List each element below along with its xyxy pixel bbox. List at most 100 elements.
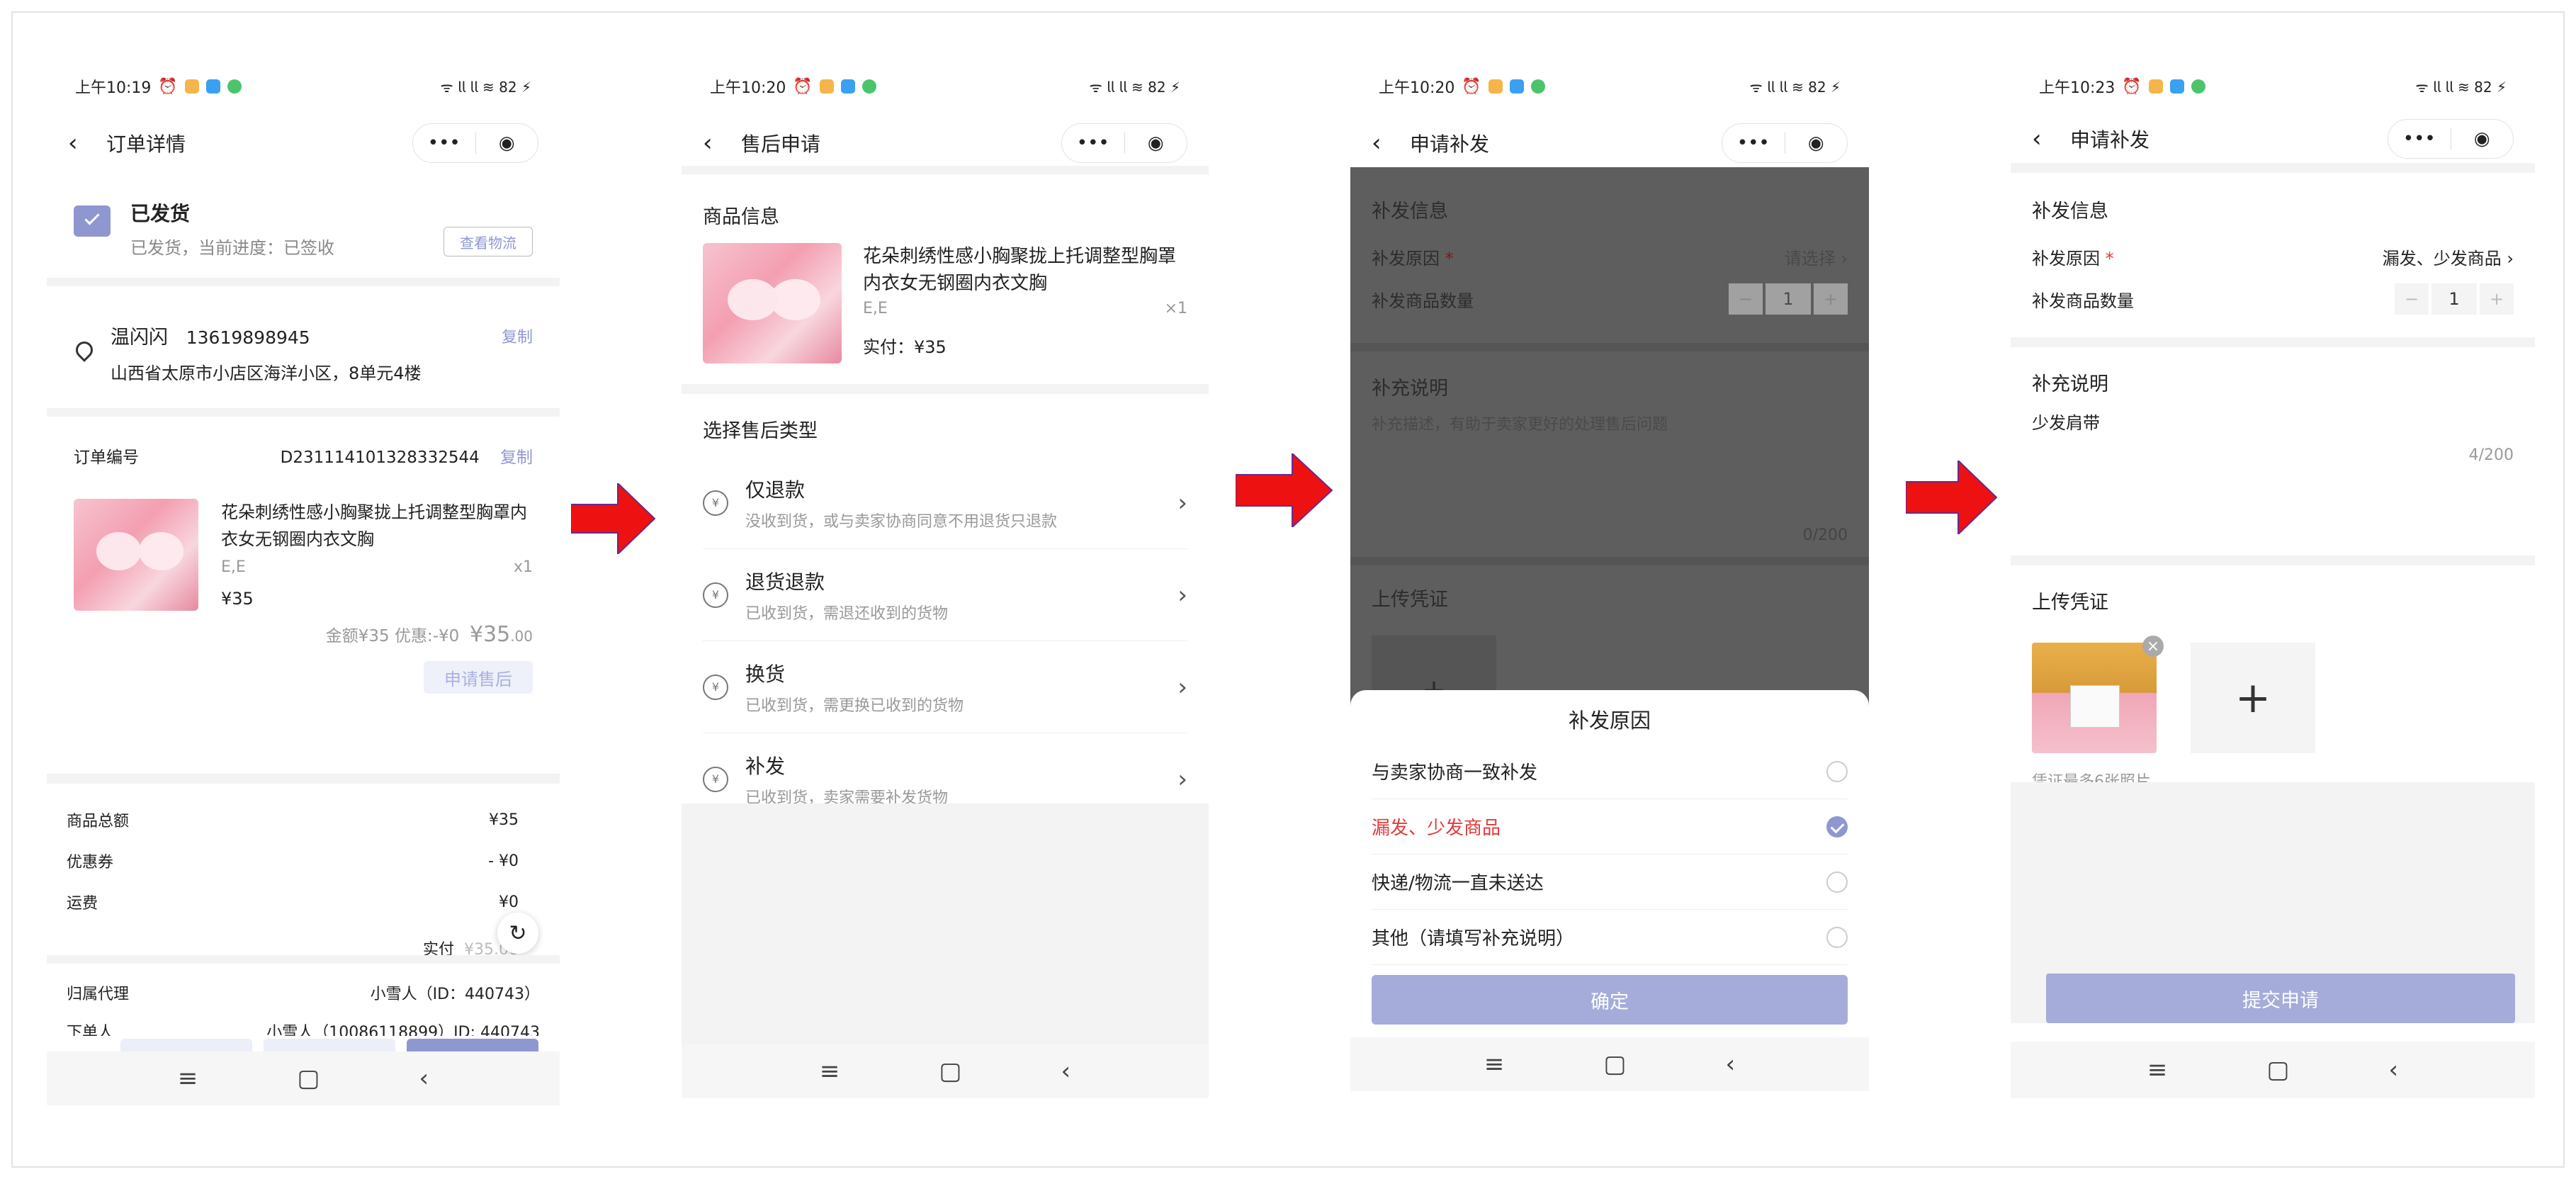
status-time: 上午10:19 bbox=[75, 79, 152, 97]
aftersale-type-item[interactable]: ¥ 仅退款 没收到货，或与卖家协商同意不用退货只退款 › bbox=[703, 457, 1187, 549]
close-target-icon[interactable]: ◉ bbox=[1125, 132, 1187, 154]
more-dots-icon[interactable]: ••• bbox=[413, 132, 475, 154]
more-dots-icon[interactable]: ••• bbox=[2388, 128, 2451, 150]
package-icon bbox=[74, 205, 111, 237]
confirm-button[interactable]: 确定 bbox=[1372, 975, 1848, 1025]
status-time: 上午10:20 bbox=[1379, 79, 1455, 97]
back-icon[interactable]: ‹ bbox=[68, 129, 106, 157]
close-target-icon[interactable]: ◉ bbox=[1785, 132, 1848, 154]
info-heading: 补发信息 bbox=[2032, 201, 2108, 222]
note-heading: 补充说明 bbox=[2032, 373, 2108, 395]
back-icon[interactable]: ‹ bbox=[703, 129, 741, 157]
nav-bar: ‹ 申请补发 ••• ◉ bbox=[1350, 113, 1869, 173]
radio-checked-icon[interactable] bbox=[1826, 816, 1848, 837]
chevron-right-icon: › bbox=[1177, 672, 1187, 701]
qty-label: 补发商品数量 bbox=[1372, 290, 1474, 311]
note-count: 4/200 bbox=[2468, 446, 2514, 464]
alarm-icon: ⏰ bbox=[158, 77, 178, 96]
close-target-icon[interactable]: ◉ bbox=[476, 132, 538, 154]
reason-placeholder[interactable]: 请选择 › bbox=[1785, 244, 1848, 269]
menu-icon[interactable]: ≡ bbox=[1484, 1050, 1505, 1078]
more-dots-icon[interactable]: ••• bbox=[1722, 132, 1785, 154]
copy-address-button[interactable]: 复制 bbox=[502, 325, 533, 347]
app-icon bbox=[1488, 79, 1503, 94]
summary-value: ¥0 bbox=[499, 893, 519, 911]
status-time: 上午10:20 bbox=[710, 79, 786, 97]
more-dots-icon[interactable]: ••• bbox=[1062, 132, 1124, 154]
nav-bar: ‹ 申请补发 ••• ◉ bbox=[2011, 109, 2535, 169]
qty-stepper[interactable]: −1 + bbox=[1729, 283, 1848, 315]
back-nav-icon[interactable]: ‹ bbox=[1726, 1050, 1736, 1078]
app-icon bbox=[205, 79, 220, 94]
order-no: D231114101328332544 bbox=[280, 449, 480, 467]
type-title: 换货 bbox=[745, 662, 786, 686]
product-paid: 实付：¥35 bbox=[863, 337, 947, 357]
menu-icon[interactable]: ≡ bbox=[820, 1057, 840, 1085]
address-card: 温闪闪 13619898945 复制 山西省太原市小店区海洋小区，8单元4楼 bbox=[47, 293, 560, 407]
reason-option[interactable]: 漏发、少发商品 bbox=[1372, 799, 1848, 854]
option-label: 与卖家协商一致补发 bbox=[1372, 762, 1538, 784]
phone-reship-reason-sheet: 上午10:20 ⏰ ᯤ 𝗅𝗅 𝗅𝗅 ≋ 82 ⚡ ‹ 申请补发 ••• ◉ 补发信… bbox=[1350, 60, 1869, 1091]
view-logistics-button[interactable]: 查看物流 bbox=[444, 227, 533, 256]
reason-select[interactable]: 漏发、少发商品 › bbox=[2383, 244, 2514, 269]
add-photo-button[interactable]: + bbox=[2191, 643, 2315, 753]
home-icon[interactable]: ▢ bbox=[939, 1057, 961, 1085]
ship-title: 已发货 bbox=[130, 202, 191, 225]
product-spec: E,E bbox=[221, 558, 246, 576]
home-icon[interactable]: ▢ bbox=[1603, 1050, 1626, 1078]
qty-value[interactable]: 1 bbox=[2431, 283, 2477, 315]
radio-unchecked-icon[interactable] bbox=[1826, 926, 1848, 948]
radio-unchecked-icon[interactable] bbox=[1826, 760, 1848, 782]
app-icon bbox=[227, 79, 242, 94]
radio-unchecked-icon[interactable] bbox=[1826, 871, 1848, 893]
back-icon[interactable]: ‹ bbox=[2032, 125, 2070, 153]
aftersale-type-item[interactable]: ¥ 换货 已收到货，需更换已收到的货物 › bbox=[703, 641, 1187, 733]
option-label: 其他（请填写补充说明） bbox=[1372, 928, 1575, 949]
exchange-icon: ¥ bbox=[703, 674, 728, 700]
plus-button[interactable]: + bbox=[2480, 283, 2514, 315]
sheet-title: 补发原因 bbox=[1568, 709, 1651, 733]
home-icon[interactable]: ▢ bbox=[2266, 1056, 2289, 1084]
flow-arrow-3 bbox=[1906, 461, 1998, 534]
product-thumbnail bbox=[703, 243, 842, 363]
apply-aftersale-button[interactable]: 申请售后 bbox=[424, 661, 533, 694]
aftersale-type-item[interactable]: ¥ 退货退款 已收到货，需退还收到的货物 › bbox=[703, 549, 1187, 641]
system-nav-bar: ≡ ▢ ‹ bbox=[1350, 1037, 1869, 1091]
back-nav-icon[interactable]: ‹ bbox=[419, 1064, 429, 1093]
qty-stepper[interactable]: −1 + bbox=[2395, 283, 2514, 315]
uploaded-photo[interactable]: × bbox=[2032, 636, 2164, 753]
amount-line: 金额¥35 优惠:-¥0 bbox=[325, 627, 460, 645]
type-title: 补发 bbox=[745, 754, 786, 778]
menu-icon[interactable]: ≡ bbox=[2147, 1056, 2168, 1084]
submit-button[interactable]: 提交申请 bbox=[2046, 974, 2515, 1023]
page-title: 申请补发 bbox=[1410, 132, 1490, 156]
page-title: 订单详情 bbox=[106, 132, 186, 156]
note-text[interactable]: 少发肩带 bbox=[2032, 409, 2514, 434]
reason-option[interactable]: 其他（请填写补充说明） bbox=[1372, 910, 1848, 965]
product-row[interactable]: 花朵刺绣性感小胸聚拢上托调整型胸罩内衣女无钢圈内衣文胸 E,E x1 ¥35 bbox=[74, 499, 533, 611]
back-icon[interactable]: ‹ bbox=[1372, 129, 1410, 157]
back-nav-icon[interactable]: ‹ bbox=[1061, 1057, 1071, 1085]
menu-icon[interactable]: ≡ bbox=[178, 1064, 198, 1093]
minus-button[interactable]: − bbox=[2395, 283, 2429, 315]
type-title: 退货退款 bbox=[745, 570, 825, 594]
customer-service-icon[interactable]: ↻ bbox=[497, 913, 538, 954]
reason-option[interactable]: 与卖家协商一致补发 bbox=[1372, 744, 1848, 799]
reason-value: 漏发、少发商品 bbox=[2382, 249, 2502, 269]
upload-heading: 上传凭证 bbox=[1372, 589, 1448, 611]
dim-overlay[interactable]: 补发信息 补发原因 * 请选择 › 补发商品数量 −1 + 补充说明 补充描述，有… bbox=[1350, 167, 1869, 751]
status-right: ᯤ 𝗅𝗅 𝗅𝗅 ≋ 82 ⚡ bbox=[2415, 78, 2507, 96]
info-heading: 补发信息 bbox=[1372, 201, 1448, 222]
reason-option[interactable]: 快递/物流一直未送达 bbox=[1372, 854, 1848, 910]
copy-order-no-button[interactable]: 复制 bbox=[500, 449, 533, 467]
app-icon bbox=[819, 79, 834, 94]
back-nav-icon[interactable]: ‹ bbox=[2389, 1056, 2399, 1084]
note-placeholder[interactable]: 补充描述，有助于卖家更好的处理售后问题 bbox=[1372, 412, 1848, 434]
close-target-icon[interactable]: ◉ bbox=[2451, 128, 2514, 150]
app-icon bbox=[2191, 79, 2205, 94]
summary-row: 运费 ¥0 bbox=[67, 881, 540, 923]
status-time: 上午10:23 bbox=[2039, 79, 2115, 97]
remove-photo-icon[interactable]: × bbox=[2142, 636, 2164, 657]
home-icon[interactable]: ▢ bbox=[297, 1064, 320, 1093]
summary-row: 商品总额 ¥35 bbox=[67, 799, 540, 840]
